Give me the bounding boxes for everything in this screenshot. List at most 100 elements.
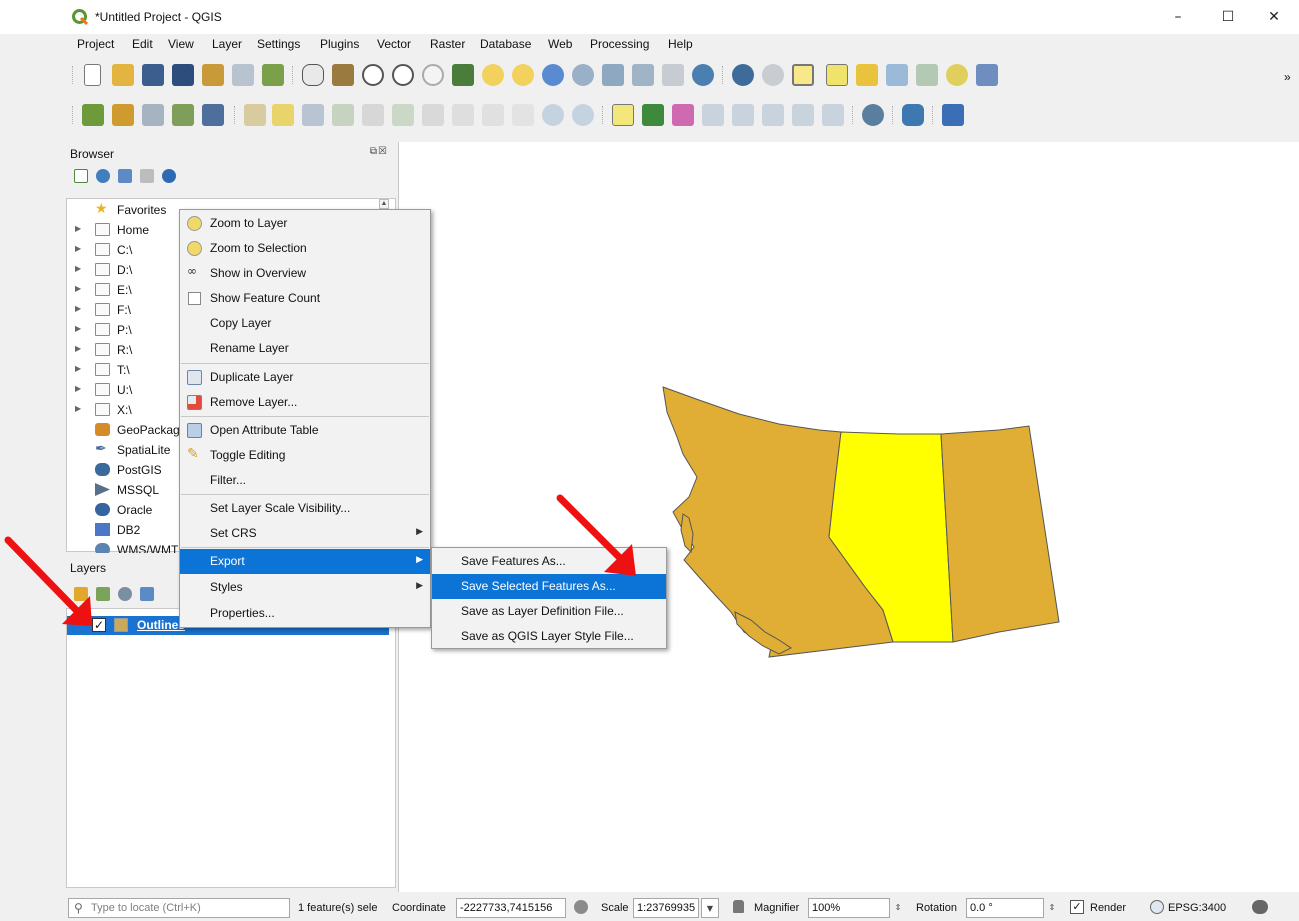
menu-item-styles[interactable]: Styles ▶ bbox=[180, 575, 430, 600]
add-selected-layers-icon[interactable] bbox=[74, 169, 88, 183]
redo-icon[interactable] bbox=[572, 104, 594, 126]
feature-count-checkbox[interactable] bbox=[188, 292, 201, 305]
menu-settings[interactable]: Settings bbox=[257, 37, 300, 51]
menu-item-save-as-qgis-style[interactable]: Save as QGIS Layer Style File... bbox=[432, 624, 666, 649]
show-hide-labels-icon[interactable] bbox=[732, 104, 754, 126]
identify-dropdown-icon[interactable] bbox=[762, 64, 784, 86]
identify-icon[interactable] bbox=[732, 64, 754, 86]
zoom-to-layer-icon[interactable] bbox=[512, 64, 534, 86]
collapse-all-icon[interactable] bbox=[140, 169, 154, 183]
layout-manager-icon[interactable] bbox=[232, 64, 254, 86]
menu-item-zoom-to-layer[interactable]: Zoom to Layer bbox=[180, 211, 430, 236]
diagram-icon[interactable] bbox=[642, 104, 664, 126]
menu-item-open-attribute-table[interactable]: Open Attribute Table bbox=[180, 418, 430, 443]
field-calculator-icon[interactable] bbox=[916, 64, 938, 86]
help-icon[interactable] bbox=[942, 104, 964, 126]
menu-item-set-crs[interactable]: Set CRS ▶ bbox=[180, 521, 430, 546]
pin-labels-icon[interactable] bbox=[702, 104, 724, 126]
data-source-manager-icon[interactable] bbox=[82, 104, 104, 126]
expand-arrow-icon[interactable]: ▶ bbox=[75, 404, 81, 413]
rotate-label-icon[interactable] bbox=[792, 104, 814, 126]
new-3d-view-icon[interactable] bbox=[632, 64, 654, 86]
pan-hand-icon[interactable] bbox=[302, 64, 324, 86]
scale-field[interactable]: 1:23769935 bbox=[633, 898, 699, 918]
coordinate-field[interactable]: -2227733,7415156 bbox=[456, 898, 566, 918]
expand-arrow-icon[interactable]: ▶ bbox=[75, 324, 81, 333]
menu-item-save-as-layer-definition[interactable]: Save as Layer Definition File... bbox=[432, 599, 666, 624]
deselect-icon[interactable] bbox=[856, 64, 878, 86]
menu-item-export[interactable]: Export ▶ bbox=[180, 549, 430, 574]
zoom-in-icon[interactable] bbox=[362, 64, 384, 86]
zoom-next-icon[interactable] bbox=[572, 64, 594, 86]
add-delimited-text-icon[interactable] bbox=[142, 104, 164, 126]
open-project-icon[interactable] bbox=[112, 64, 134, 86]
expand-arrow-icon[interactable]: ▶ bbox=[75, 364, 81, 373]
statistics-icon[interactable] bbox=[946, 64, 968, 86]
rotation-field[interactable]: 0.0 ° bbox=[966, 898, 1044, 918]
expand-arrow-icon[interactable]: ▶ bbox=[75, 384, 81, 393]
zoom-native-icon[interactable] bbox=[422, 64, 444, 86]
magnifier-spinner-icon[interactable]: ⇕ bbox=[892, 898, 904, 918]
menu-processing[interactable]: Processing bbox=[590, 37, 649, 51]
change-label-icon[interactable] bbox=[822, 104, 844, 126]
save-as-icon[interactable] bbox=[172, 64, 194, 86]
lock-icon[interactable] bbox=[733, 900, 744, 913]
menu-item-rename-layer[interactable]: Rename Layer bbox=[180, 336, 430, 361]
delete-selected-icon[interactable] bbox=[422, 104, 444, 126]
current-edits-icon[interactable] bbox=[244, 104, 266, 126]
expand-arrow-icon[interactable]: ▶ bbox=[75, 244, 81, 253]
locator-search-input[interactable]: ⚲ Type to locate (Ctrl+K) bbox=[68, 898, 290, 918]
minimize-button[interactable]: – bbox=[1156, 4, 1200, 30]
new-layer-icon[interactable] bbox=[202, 104, 224, 126]
refresh-icon[interactable] bbox=[692, 64, 714, 86]
expand-arrow-icon[interactable]: ▶ bbox=[75, 264, 81, 273]
add-vector-icon[interactable] bbox=[112, 104, 134, 126]
move-label-icon[interactable] bbox=[762, 104, 784, 126]
menu-item-toggle-editing[interactable]: ✎ Toggle Editing bbox=[180, 443, 430, 468]
zoom-full-icon[interactable] bbox=[452, 64, 474, 86]
menu-edit[interactable]: Edit bbox=[132, 37, 153, 51]
new-map-view-icon[interactable] bbox=[602, 64, 624, 86]
magnifier-field[interactable]: 100% bbox=[808, 898, 890, 918]
menu-plugins[interactable]: Plugins bbox=[320, 37, 359, 51]
expand-arrow-icon[interactable]: ▶ bbox=[75, 304, 81, 313]
save-edits-icon[interactable] bbox=[302, 104, 324, 126]
highlight-pinned-labels-icon[interactable] bbox=[672, 104, 694, 126]
menu-database[interactable]: Database bbox=[480, 37, 531, 51]
pan-to-selection-icon[interactable] bbox=[332, 64, 354, 86]
menu-item-copy-layer[interactable]: Copy Layer bbox=[180, 311, 430, 336]
new-project-icon[interactable] bbox=[84, 64, 101, 86]
info-icon[interactable] bbox=[162, 169, 176, 183]
scale-dropdown-icon[interactable]: ▼ bbox=[701, 898, 719, 918]
panel-float-close-icon[interactable]: ⧉☒ bbox=[370, 146, 388, 157]
globe-crs-icon[interactable] bbox=[1150, 900, 1164, 914]
paste-features-icon[interactable] bbox=[512, 104, 534, 126]
refresh-icon[interactable] bbox=[96, 169, 110, 183]
undo-icon[interactable] bbox=[542, 104, 564, 126]
extents-toggle-icon[interactable] bbox=[574, 900, 588, 914]
expand-arrow-icon[interactable]: ▶ bbox=[75, 284, 81, 293]
style-manager-icon[interactable] bbox=[262, 64, 284, 86]
python-console-icon[interactable] bbox=[902, 104, 924, 126]
select-by-value-icon[interactable] bbox=[826, 64, 848, 86]
menu-vector[interactable]: Vector bbox=[377, 37, 411, 51]
new-print-layout-icon[interactable] bbox=[202, 64, 224, 86]
map-canvas[interactable] bbox=[398, 142, 1299, 892]
digitize-icon[interactable] bbox=[172, 104, 194, 126]
label-toolbar-icon[interactable] bbox=[612, 104, 634, 126]
menu-web[interactable]: Web bbox=[548, 37, 572, 51]
sum-icon[interactable] bbox=[976, 64, 998, 86]
menu-item-show-feature-count[interactable]: Show Feature Count bbox=[180, 286, 430, 311]
maximize-button[interactable]: ☐ bbox=[1206, 4, 1250, 30]
filter-legend-icon[interactable] bbox=[140, 587, 154, 601]
menu-view[interactable]: View bbox=[168, 37, 194, 51]
menu-help[interactable]: Help bbox=[668, 37, 693, 51]
zoom-last-icon[interactable] bbox=[542, 64, 564, 86]
cut-features-icon[interactable] bbox=[452, 104, 474, 126]
toggle-editing-icon[interactable] bbox=[272, 104, 294, 126]
menu-item-duplicate-layer[interactable]: Duplicate Layer bbox=[180, 365, 430, 390]
filter-browser-icon[interactable] bbox=[118, 169, 132, 183]
menu-raster[interactable]: Raster bbox=[430, 37, 465, 51]
select-features-icon[interactable] bbox=[792, 64, 814, 86]
menu-item-filter[interactable]: Filter... bbox=[180, 468, 430, 493]
